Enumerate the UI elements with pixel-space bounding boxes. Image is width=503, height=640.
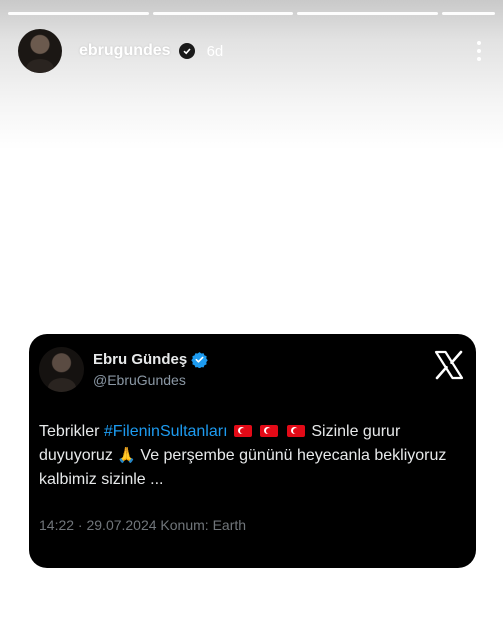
tweet-display-name: Ebru Gündeş bbox=[93, 351, 188, 368]
x-logo-icon bbox=[434, 350, 464, 380]
tweet-text: Tebrikler #FileninSultanları Sizinle gur… bbox=[39, 420, 449, 492]
verified-badge-icon bbox=[191, 352, 208, 368]
tweet-text-part: Tebrikler bbox=[39, 423, 104, 440]
story-header: ebrugundes 6d bbox=[18, 28, 489, 74]
hashtag-link[interactable]: #FileninSultanları bbox=[104, 423, 228, 440]
story-time: 6d bbox=[206, 42, 224, 60]
story-username[interactable]: ebrugundes bbox=[79, 42, 171, 60]
tweet-meta: 14:22 · 29.07.2024 Konum: Earth bbox=[39, 517, 247, 533]
folded-hands-icon: 🙏 bbox=[117, 447, 136, 464]
progress-segment bbox=[297, 12, 439, 15]
progress-segment bbox=[8, 12, 149, 15]
tweet-avatar bbox=[39, 347, 84, 392]
tweet-handle: @EbruGundes bbox=[93, 372, 186, 388]
progress-segment bbox=[152, 12, 294, 15]
story-progress-bar bbox=[8, 12, 496, 15]
turkey-flag-icon bbox=[260, 425, 279, 437]
progress-segment bbox=[442, 12, 496, 15]
more-vertical-icon[interactable] bbox=[469, 38, 489, 64]
turkey-flag-icon bbox=[233, 425, 252, 437]
turkey-flag-icon bbox=[286, 425, 305, 437]
tweet-card[interactable]: Ebru Gündeş @EbruGundes Tebrikler #Filen… bbox=[29, 334, 476, 568]
tweet-author: Ebru Gündeş bbox=[93, 351, 208, 368]
avatar[interactable] bbox=[18, 29, 62, 73]
verified-badge-icon bbox=[178, 43, 195, 59]
